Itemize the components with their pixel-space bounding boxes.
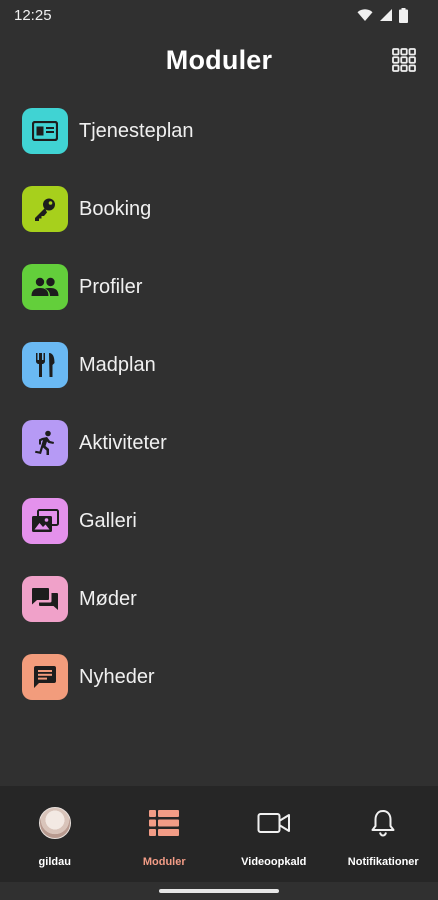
signal-icon (380, 9, 392, 21)
running-icon (35, 430, 54, 455)
module-item-moder[interactable]: Møder (0, 560, 438, 638)
page-title: Moduler (165, 44, 273, 75)
module-label: Møder (79, 587, 137, 610)
module-item-profiler[interactable]: Profiler (0, 248, 438, 326)
module-label: Madplan (79, 353, 156, 376)
module-icon-tile (22, 186, 68, 232)
status-icons (357, 7, 408, 23)
module-label: Galleri (79, 509, 137, 532)
module-label: Nyheder (79, 665, 155, 688)
nav-icon (149, 806, 180, 840)
module-label: Booking (79, 197, 152, 220)
module-icon-tile (22, 420, 68, 466)
cutlery-icon (36, 353, 55, 377)
nav-item-notifikationer[interactable]: Notifikationer (329, 786, 438, 882)
grid-icon (392, 48, 416, 72)
nav-icon (38, 806, 71, 840)
people-icon (31, 277, 59, 296)
video-camera-icon (257, 813, 290, 833)
module-list: Tjenesteplan Booking Profiler Madplan Ak… (0, 92, 438, 716)
module-icon-tile (22, 108, 68, 154)
module-item-tjenesteplan[interactable]: Tjenesteplan (0, 92, 438, 170)
status-bar: 12:25 (0, 0, 438, 30)
status-time: 12:25 (14, 6, 52, 24)
module-item-galleri[interactable]: Galleri (0, 482, 438, 560)
module-label: Profiler (79, 275, 143, 298)
nav-item-profile[interactable]: gildau (0, 786, 110, 882)
module-icon-tile (22, 498, 68, 544)
module-icon-tile (22, 654, 68, 700)
bell-icon (371, 810, 395, 837)
nav-icon (370, 806, 396, 840)
module-item-aktiviteter[interactable]: Aktiviteter (0, 404, 438, 482)
id-card-icon (32, 121, 58, 141)
nav-label: Videoopkald (241, 856, 307, 868)
module-icon-tile (22, 342, 68, 388)
nav-icon (257, 806, 291, 840)
wifi-icon (357, 8, 373, 21)
grid-menu-button[interactable] (390, 46, 418, 74)
bottom-nav: gildau Moduler Videoopkald Notifikatione… (0, 786, 438, 882)
chat-bubbles-icon (32, 588, 58, 610)
avatar (38, 807, 71, 839)
screen: 12:25 Moduler Tjenesteplan Booking Profi… (0, 0, 438, 900)
module-item-madplan[interactable]: Madplan (0, 326, 438, 404)
list-icon (149, 810, 180, 836)
battery-icon (399, 7, 408, 23)
nav-item-videoopkald[interactable]: Videoopkald (219, 786, 329, 882)
nav-label: Moduler (142, 856, 186, 868)
module-item-nyheder[interactable]: Nyheder (0, 638, 438, 716)
module-label: Aktiviteter (79, 431, 167, 454)
gesture-bar[interactable] (159, 889, 279, 893)
nav-label: Notifikationer (347, 856, 419, 868)
nav-label: gildau (38, 856, 71, 868)
message-icon (34, 666, 56, 688)
module-icon-tile (22, 576, 68, 622)
nav-item-moduler[interactable]: Moduler (110, 786, 220, 882)
module-item-booking[interactable]: Booking (0, 170, 438, 248)
photos-icon (32, 509, 59, 532)
key-icon (35, 198, 55, 221)
header: Moduler (0, 38, 438, 82)
module-icon-tile (22, 264, 68, 310)
module-label: Tjenesteplan (79, 119, 194, 142)
